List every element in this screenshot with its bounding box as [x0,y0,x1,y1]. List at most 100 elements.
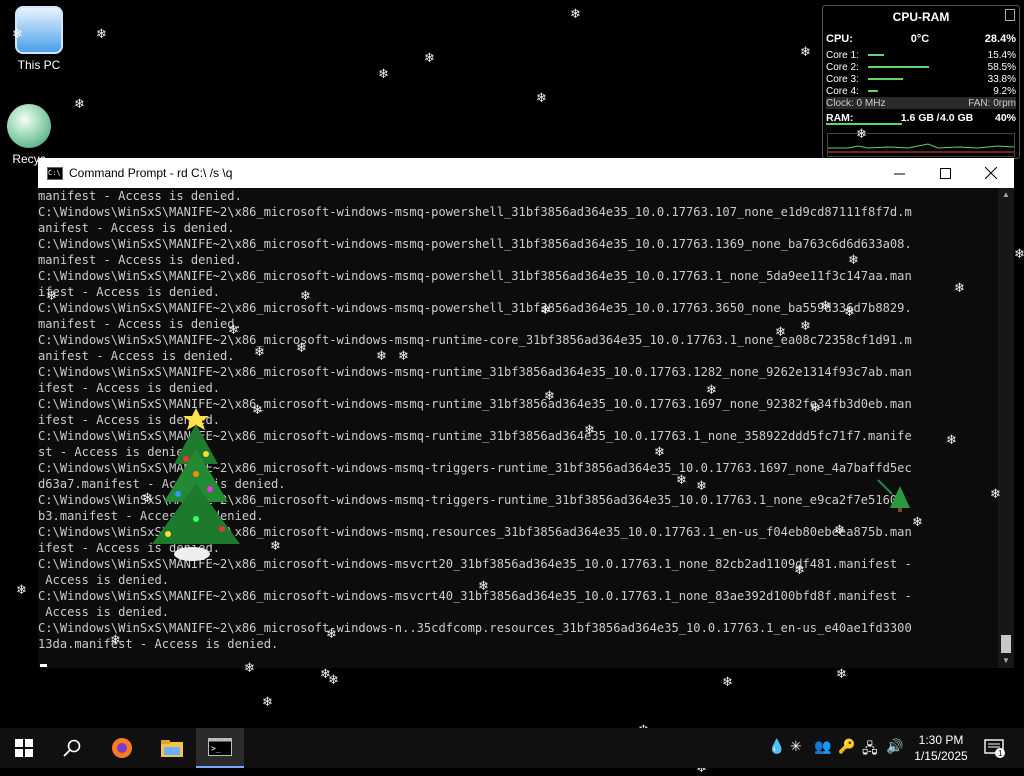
scrollbar-thumb[interactable] [1001,635,1011,653]
core-bar-fill [868,66,929,68]
snowflake-icon: ❄ [96,27,107,42]
scroll-down-icon[interactable]: ▼ [998,654,1014,668]
console-line: anifest - Access is denied. [38,221,235,235]
console-line: 13da.manifest - Access is denied. [38,637,279,651]
cpu-label: CPU: [826,33,853,45]
clock-date: 1/15/2025 [914,749,968,763]
console-line: C:\Windows\WinSxS\MANIFE~2\x86_microsoft… [38,269,912,283]
clock-fan-row: Clock: 0 MHz FAN: 0rpm [826,97,1016,109]
start-button[interactable] [0,728,48,768]
snowflake-icon: ❄ [570,7,581,22]
console-line: manifest - Access is denied. [38,317,242,331]
file-explorer-taskbar-button[interactable] [148,728,196,768]
desktop-icon-label: This PC [17,58,61,72]
desktop-icon-recycle-bin[interactable]: Recyc [0,104,62,166]
snowflake-icon: ❄ [262,695,273,710]
christmas-tree-icon [152,408,240,561]
console-line: C:\Windows\WinSxS\MANIFE~2\x86_microsoft… [38,621,912,635]
window-title: Command Prompt - rd C:\ /s \q [69,166,233,180]
core-label: Core 1: [826,49,859,61]
snowflake-icon: ❄ [74,97,85,112]
minimize-icon [893,173,905,174]
fan-label: FAN: 0rpm [968,97,1016,109]
windows-start-icon [15,739,33,757]
core-label: Core 2: [826,61,859,73]
snowflake-icon: ❄ [328,673,339,688]
svg-text:>_: >_ [211,744,221,753]
core-label: Core 3: [826,73,859,85]
this-pc-icon [15,6,63,54]
text-cursor [40,664,47,667]
minimize-button[interactable] [876,158,922,188]
command-prompt-icon: >_ [208,738,232,756]
snowflake-icon: ❄ [378,67,389,82]
users-icon[interactable]: 👥 [814,738,831,755]
snowflake-icon: ❄ [1014,247,1024,262]
network-icon[interactable]: 🖧 [862,738,878,762]
core-bar-fill [868,90,878,92]
console-line: Access is denied. [38,573,170,587]
console-line: C:\Windows\WinSxS\MANIFE~2\x86_microsoft… [38,205,912,219]
console-line: C:\Windows\WinSxS\MANIFE~2\x86_microsoft… [38,365,912,379]
close-button[interactable] [968,158,1014,188]
search-icon [63,739,81,757]
clock-time: 1:30 PM [918,733,964,747]
ram-bar-row [826,122,1016,132]
console-line: ifest - Access is denied. [38,381,221,395]
snowflake-icon: ❄ [722,675,733,690]
console-line: manifest - Access is denied. [38,253,242,267]
desktop-icon-this-pc[interactable]: This PC [6,6,72,72]
cpu-row: CPU: 0°C 28.4% [826,33,1016,45]
core-row: Core 3: 33.8% [826,73,1016,85]
core-value: 15.4% [987,49,1016,61]
console-line: manifest - Access is denied. [38,189,242,203]
recycle-bin-icon [7,104,51,148]
console-line: C:\Windows\WinSxS\MANIFE~2\x86_microsoft… [38,237,912,251]
snowflake-icon: ❄ [320,667,331,682]
ram-bar [826,122,1016,132]
snowflake-icon: ❄ [800,45,811,60]
command-prompt-taskbar-button[interactable]: >_ [196,728,244,768]
notification-icon: 1 [984,739,1005,758]
core-value: 33.8% [987,73,1016,85]
command-prompt-icon: C:\ [47,166,63,180]
maximize-button[interactable] [922,158,968,188]
console-line: anifest - Access is denied. [38,349,235,363]
gadget-close-icon[interactable] [1005,9,1015,21]
core-row: Core 2: 58.5% [826,61,1016,73]
console-line: Access is denied. [38,605,170,619]
file-explorer-icon [161,740,183,757]
core-label: Core 4: [826,85,859,97]
console-line: C:\Windows\WinSxS\MANIFE~2\x86_microsoft… [38,589,912,603]
console-line: C:\Windows\WinSxS\MANIFE~2\x86_microsoft… [38,333,912,347]
water-drop-icon[interactable]: 💧 [768,738,785,755]
core-bar [868,86,972,96]
core-value: 9.2% [993,85,1016,97]
close-icon [985,167,997,179]
maximize-icon [939,167,951,179]
firefox-taskbar-button[interactable] [98,728,146,768]
vertical-scrollbar[interactable]: ▲ ▼ [998,188,1014,668]
core-value: 58.5% [987,61,1016,73]
cpu-ram-gadget: CPU-RAM CPU: 0°C 28.4% Core 1: 15.4% Cor… [822,5,1020,159]
scroll-up-icon[interactable]: ▲ [998,188,1014,202]
volume-icon[interactable]: 🔊 [886,738,903,755]
notification-count: 1 [998,749,1003,758]
key-icon[interactable]: 🔑 [838,738,855,755]
snowflake-icon: ❄ [424,51,435,66]
snowflake-icon[interactable]: ✳ [790,738,802,755]
window-titlebar[interactable]: C:\ Command Prompt - rd C:\ /s \q [38,158,1014,188]
core-bar-fill [868,54,885,56]
search-button[interactable] [48,728,96,768]
ram-bar-fill [826,123,902,125]
cpu-history-line [828,143,1014,149]
core-bar-fill [868,78,904,80]
console-line: ifest - Access is denied. [38,285,221,299]
core-bar [868,50,972,60]
cpu-history-graph [827,133,1015,157]
taskbar-clock[interactable]: 1:30 PM 1/15/2025 [910,732,972,764]
snowflake-icon: ❄ [16,583,27,598]
notification-center-button[interactable]: 1 [984,738,1006,763]
core-bar [868,74,972,84]
